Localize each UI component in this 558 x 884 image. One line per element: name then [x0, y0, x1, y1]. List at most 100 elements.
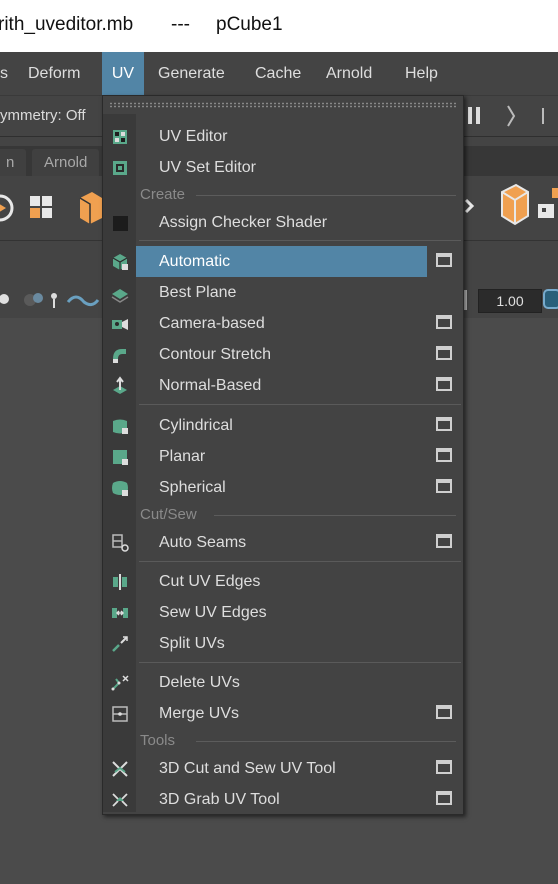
- menu-item-camera-based[interactable]: Camera-based: [105, 308, 462, 339]
- menu-item-cut-uv-edges[interactable]: Cut UV Edges: [105, 566, 462, 597]
- option-box-icon[interactable]: [436, 253, 452, 267]
- section-label: Create: [140, 186, 186, 203]
- cut-uv-edges-icon: [113, 574, 127, 590]
- cut-sew-tool-icon: [112, 761, 128, 777]
- contour-stretch-icon: [113, 349, 126, 363]
- split-uvs-icon: [112, 636, 128, 652]
- menu-item-label: Cut UV Edges: [159, 573, 261, 590]
- shelf-tab-partial[interactable]: n: [0, 149, 27, 176]
- section-label: Cut/Sew: [140, 506, 197, 523]
- option-box-icon[interactable]: [436, 791, 452, 805]
- option-box-icon[interactable]: [436, 346, 452, 360]
- toolbar-left-icons[interactable]: [0, 286, 102, 312]
- menu-separator: [139, 662, 461, 663]
- menu-help[interactable]: Help: [397, 52, 446, 95]
- option-box-icon[interactable]: [436, 448, 452, 462]
- section-header-create: Create: [140, 185, 460, 205]
- menu-item-label: Delete UVs: [159, 674, 240, 691]
- sew-uv-edges-icon: [112, 608, 128, 618]
- option-box-icon[interactable]: [436, 315, 452, 329]
- menu-item-label: Best Plane: [159, 284, 237, 301]
- menu-item-label: Spherical: [159, 479, 226, 496]
- toolbar-separator: [464, 290, 467, 310]
- tear-off-handle[interactable]: [109, 102, 457, 108]
- uv-editor-icon: [113, 130, 127, 144]
- menu-item-delete-uvs[interactable]: Delete UVs: [105, 667, 462, 698]
- menu-item-label: Automatic: [159, 253, 231, 270]
- menu-item-planar[interactable]: Planar: [105, 441, 462, 472]
- option-box-icon[interactable]: [436, 534, 452, 548]
- delete-uvs-icon: [111, 675, 129, 691]
- menu-item-label: Auto Seams: [159, 534, 247, 551]
- menu-item-label: Cylindrical: [159, 417, 233, 434]
- menu-item-label: Normal-Based: [159, 377, 262, 394]
- shelf-tab-arnold[interactable]: Arnold: [32, 149, 100, 176]
- normal-based-icon: [113, 376, 127, 394]
- cylindrical-icon: [113, 419, 128, 434]
- menu-item-sew-uv-edges[interactable]: Sew UV Edges: [105, 597, 462, 628]
- menu-item-3d-grab-uv-tool[interactable]: 3D Grab UV Tool: [105, 784, 462, 815]
- menu-item-label: 3D Cut and Sew UV Tool: [159, 760, 336, 777]
- menu-item-label: Merge UVs: [159, 705, 240, 722]
- option-box-icon[interactable]: [436, 377, 452, 391]
- menu-item-uv-set-editor[interactable]: UV Set Editor: [105, 152, 462, 183]
- menu-cache[interactable]: Cache: [247, 52, 309, 95]
- camera-based-icon: [112, 319, 128, 330]
- option-box-icon[interactable]: [436, 705, 452, 719]
- playback-icons[interactable]: [466, 104, 556, 128]
- menu-item-label: Planar: [159, 448, 206, 465]
- menu-item-split-uvs[interactable]: Split UVs: [105, 628, 462, 659]
- option-box-icon[interactable]: [436, 417, 452, 431]
- menu-generate[interactable]: Generate: [150, 52, 233, 95]
- menu-separator: [139, 404, 461, 405]
- menu-item-3d-cut-and-sew-uv-tool[interactable]: 3D Cut and Sew UV Tool: [105, 753, 462, 784]
- camera-icon[interactable]: [543, 288, 558, 310]
- title-filename: rith_uveditor.mb: [0, 14, 134, 35]
- menu-item-spherical[interactable]: Spherical: [105, 472, 462, 503]
- menu-arnold[interactable]: Arnold: [318, 52, 380, 95]
- uv-set-editor-icon: [113, 161, 127, 175]
- section-header-cut-sew: Cut/Sew: [140, 505, 460, 525]
- merge-uvs-icon: [112, 706, 128, 722]
- menu-item-auto-seams[interactable]: Auto Seams: [105, 527, 462, 558]
- menu-separator: [139, 561, 461, 562]
- option-box-icon[interactable]: [436, 760, 452, 774]
- window-title-bar: rith_uveditor.mb --- pCube1: [0, 0, 558, 52]
- menu-item-label: Split UVs: [159, 635, 225, 652]
- menu-item-automatic[interactable]: Automatic: [105, 246, 462, 277]
- menu-item-cylindrical[interactable]: Cylindrical: [105, 410, 462, 441]
- menu-item-contour-stretch[interactable]: Contour Stretch: [105, 339, 462, 370]
- menu-item-label: UV Editor: [159, 128, 228, 145]
- section-label: Tools: [140, 732, 176, 749]
- planar-icon: [113, 450, 128, 465]
- uv-dropdown-menu: UV Editor UV Set Editor Create Assign Ch…: [102, 95, 464, 815]
- best-plane-icon: [111, 289, 129, 303]
- menu-item-label: UV Set Editor: [159, 159, 256, 176]
- grab-uv-tool-icon: [112, 793, 128, 807]
- menu-item-merge-uvs[interactable]: Merge UVs: [105, 698, 462, 729]
- menu-item-normal-based[interactable]: Normal-Based: [105, 370, 462, 401]
- section-divider: [196, 195, 456, 196]
- section-divider: [196, 741, 456, 742]
- menu-item-uv-editor[interactable]: UV Editor: [105, 121, 462, 152]
- menu-item-label: Contour Stretch: [159, 346, 272, 363]
- symmetry-label[interactable]: ymmetry: Off: [0, 107, 86, 124]
- checker-shader-icon: [113, 216, 128, 231]
- spherical-icon: [112, 481, 128, 496]
- menu-item-label: Sew UV Edges: [159, 604, 267, 621]
- menu-deform[interactable]: Deform: [20, 52, 88, 95]
- menu-item-best-plane[interactable]: Best Plane: [105, 277, 462, 308]
- section-header-tools: Tools: [140, 731, 460, 751]
- automatic-mapping-icon: [112, 254, 128, 270]
- menu-separator: [139, 240, 461, 241]
- shelf-right-icons[interactable]: [464, 182, 558, 232]
- menu-item-label: Assign Checker Shader: [159, 214, 328, 231]
- menu-item-partial[interactable]: s: [0, 52, 16, 95]
- menu-uv[interactable]: UV: [102, 52, 144, 95]
- main-menubar: s Deform UV Generate Cache Arnold Help: [0, 52, 558, 96]
- shelf-left-icons[interactable]: [0, 186, 102, 230]
- menu-item-assign-checker-shader[interactable]: Assign Checker Shader: [105, 207, 462, 238]
- value-field[interactable]: 1.00: [478, 289, 542, 313]
- option-box-icon[interactable]: [436, 479, 452, 493]
- menu-item-label: 3D Grab UV Tool: [159, 791, 280, 808]
